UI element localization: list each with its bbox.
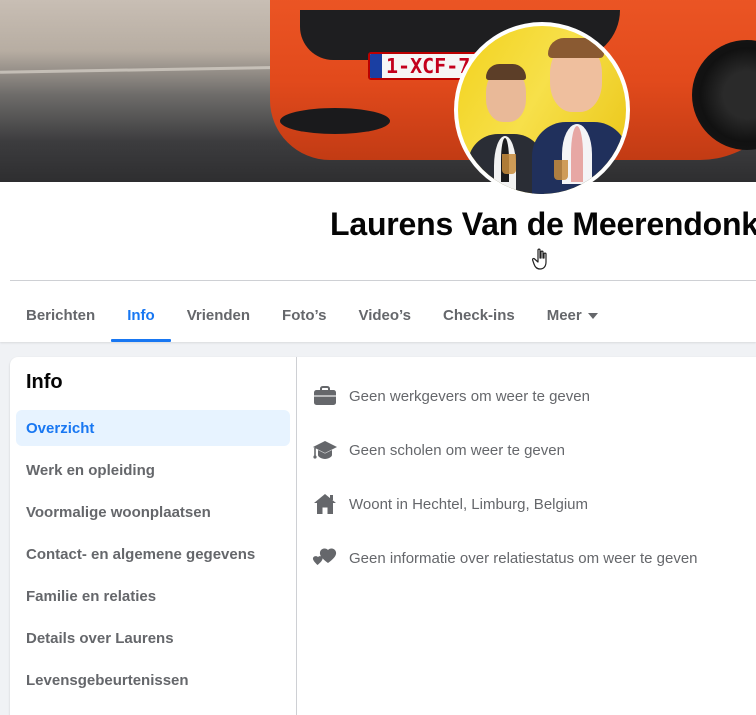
tab-fotos[interactable]: Foto’s [266,290,342,340]
tab-label: Berichten [26,306,96,324]
overview-text: Geen werkgevers om weer te geven [349,387,590,405]
person-left-hair [486,64,526,80]
tab-label: Foto’s [282,306,327,324]
tab-label: Check-ins [443,306,515,324]
overview-text: Geen scholen om weer te geven [349,441,565,459]
pointer-hand-icon [531,248,552,270]
tab-label: Video’s [358,306,412,324]
sidebar-item-contact-gegevens[interactable]: Contact- en algemene gegevens [16,536,290,572]
overview-row-school: Geen scholen om weer te geven [312,423,756,477]
profile-tabs: Berichten Info Vrienden Foto’s Video’s C… [10,290,614,342]
glass-left [502,154,516,174]
sidebar-title: Info [26,371,63,393]
person-right-hair [548,38,604,58]
sidebar-item-levensgebeurtenissen[interactable]: Levensgebeurtenissen [16,662,290,698]
tab-vrienden[interactable]: Vrienden [171,290,266,340]
sidebar-list: Overzicht Werk en opleiding Voormalige w… [16,410,290,704]
graduation-cap-icon [312,438,338,462]
person-right-tie [571,126,583,182]
tab-check-ins[interactable]: Check-ins [427,290,531,340]
overview-row-home: Woont in Hechtel, Limburg, Belgium [312,477,756,531]
header-divider [10,280,756,281]
eu-band [370,54,382,78]
overview-row-relationship: Geen informatie over relatiestatus om we… [312,531,756,585]
profile-name: Laurens Van de Meerendonk [330,206,756,242]
avatar-photo [458,26,626,194]
tab-label: Info [127,306,155,324]
overview-text: Geen informatie over relatiestatus om we… [349,549,698,567]
sidebar-item-overzicht[interactable]: Overzicht [16,410,290,446]
cover-photo[interactable]: 1-XCF-7 [0,0,756,182]
car-shadow [280,108,390,134]
sidebar-item-werk-en-opleiding[interactable]: Werk en opleiding [16,452,290,488]
glass-right [554,160,568,180]
profile-header: Laurens Van de Meerendonk Berichten Info… [0,22,756,342]
info-sidebar: Info Overzicht Werk en opleiding Voormal… [10,357,297,715]
tab-berichten[interactable]: Berichten [10,290,111,340]
overview-row-work: Geen werkgevers om weer te geven [312,369,756,423]
home-icon [312,492,338,516]
overview-content: Geen werkgevers om weer te geven Geen sc… [312,369,756,585]
caret-down-icon [587,313,598,319]
license-plate-text: 1-XCF-7 [386,54,471,78]
tab-info[interactable]: Info [111,290,171,342]
tab-meer[interactable]: Meer [531,290,614,340]
heart-icon [312,546,338,570]
sidebar-item-details[interactable]: Details over Laurens [16,620,290,656]
sidebar-item-voormalige-woonplaatsen[interactable]: Voormalige woonplaatsen [16,494,290,530]
tab-label: Vrienden [186,306,251,324]
profile-avatar[interactable] [454,22,630,198]
briefcase-icon [312,384,338,408]
info-panel: Info Overzicht Werk en opleiding Voormal… [10,357,756,715]
overview-text: Woont in Hechtel, Limburg, Belgium [349,495,589,513]
tab-videos[interactable]: Video’s [342,290,427,340]
tab-label: Meer [546,306,582,324]
sidebar-item-familie-en-relaties[interactable]: Familie en relaties [16,578,290,614]
